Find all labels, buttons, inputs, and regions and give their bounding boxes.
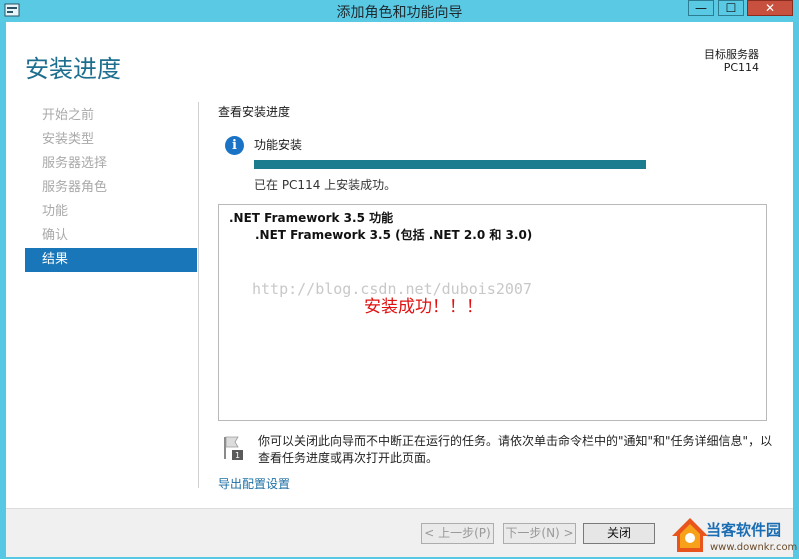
close-button[interactable]: 关闭 <box>583 523 655 544</box>
logo-url: www.downkr.com <box>710 542 798 553</box>
wizard-window: 安装进度 目标服务器 PC114 开始之前 安装类型 服务器选择 服务器角色 功… <box>6 22 793 557</box>
sidebar-item-before-you-begin[interactable]: 开始之前 <box>25 104 197 128</box>
install-status: 已在 PC114 上安装成功。 <box>254 178 397 192</box>
install-progress-bar <box>254 160 646 169</box>
target-server-value: PC114 <box>723 61 759 74</box>
target-server: 目标服务器 PC114 <box>704 48 759 74</box>
page-title: 安装进度 <box>25 55 121 83</box>
info-icon: i <box>225 136 244 155</box>
next-button[interactable]: 下一步(N) > <box>503 523 576 544</box>
installed-sub-feature: .NET Framework 3.5 (包括 .NET 2.0 和 3.0) <box>255 228 533 242</box>
export-config-link[interactable]: 导出配置设置 <box>218 475 290 492</box>
notification-flag-icon: 1 <box>224 436 243 460</box>
sidebar-item-server-roles[interactable]: 服务器角色 <box>25 176 197 200</box>
results-panel[interactable]: .NET Framework 3.5 功能 .NET Framework 3.5… <box>218 204 767 421</box>
success-annotation: 安装成功！！！ <box>364 297 483 317</box>
installed-feature: .NET Framework 3.5 功能 <box>229 211 394 225</box>
window-title: 添加角色和功能向导 <box>336 5 463 21</box>
minimize-button[interactable]: — <box>688 0 714 16</box>
site-logo: 当客软件园 www.downkr.com <box>670 516 799 559</box>
logo-name: 当客软件园 <box>706 521 782 539</box>
install-progress-fill <box>254 160 646 169</box>
sidebar-item-server-selection[interactable]: 服务器选择 <box>25 152 197 176</box>
previous-button[interactable]: < 上一步(P) <box>421 523 494 544</box>
install-label: 功能安装 <box>254 138 303 152</box>
close-window-button[interactable]: ✕ <box>747 0 793 16</box>
sidebar-item-confirmation[interactable]: 确认 <box>25 224 197 248</box>
maximize-button[interactable]: ☐ <box>718 0 744 16</box>
section-title: 查看安装进度 <box>218 105 291 119</box>
sidebar-item-installation-type[interactable]: 安装类型 <box>25 128 197 152</box>
sidebar-item-features[interactable]: 功能 <box>25 200 197 224</box>
wizard-steps-sidebar: 开始之前 安装类型 服务器选择 服务器角色 功能 确认 结果 <box>25 104 197 272</box>
title-bar: 添加角色和功能向导 — ☐ ✕ <box>0 0 799 22</box>
target-server-label: 目标服务器 <box>704 48 759 61</box>
sidebar-item-results[interactable]: 结果 <box>25 248 197 272</box>
house-logo-icon <box>672 518 708 552</box>
svg-text:1: 1 <box>235 451 240 460</box>
sidebar-divider <box>198 102 199 488</box>
notice-text: 你可以关闭此向导而不中断正在运行的任务。请依次单击命令栏中的"通知"和"任务详细… <box>258 434 773 465</box>
